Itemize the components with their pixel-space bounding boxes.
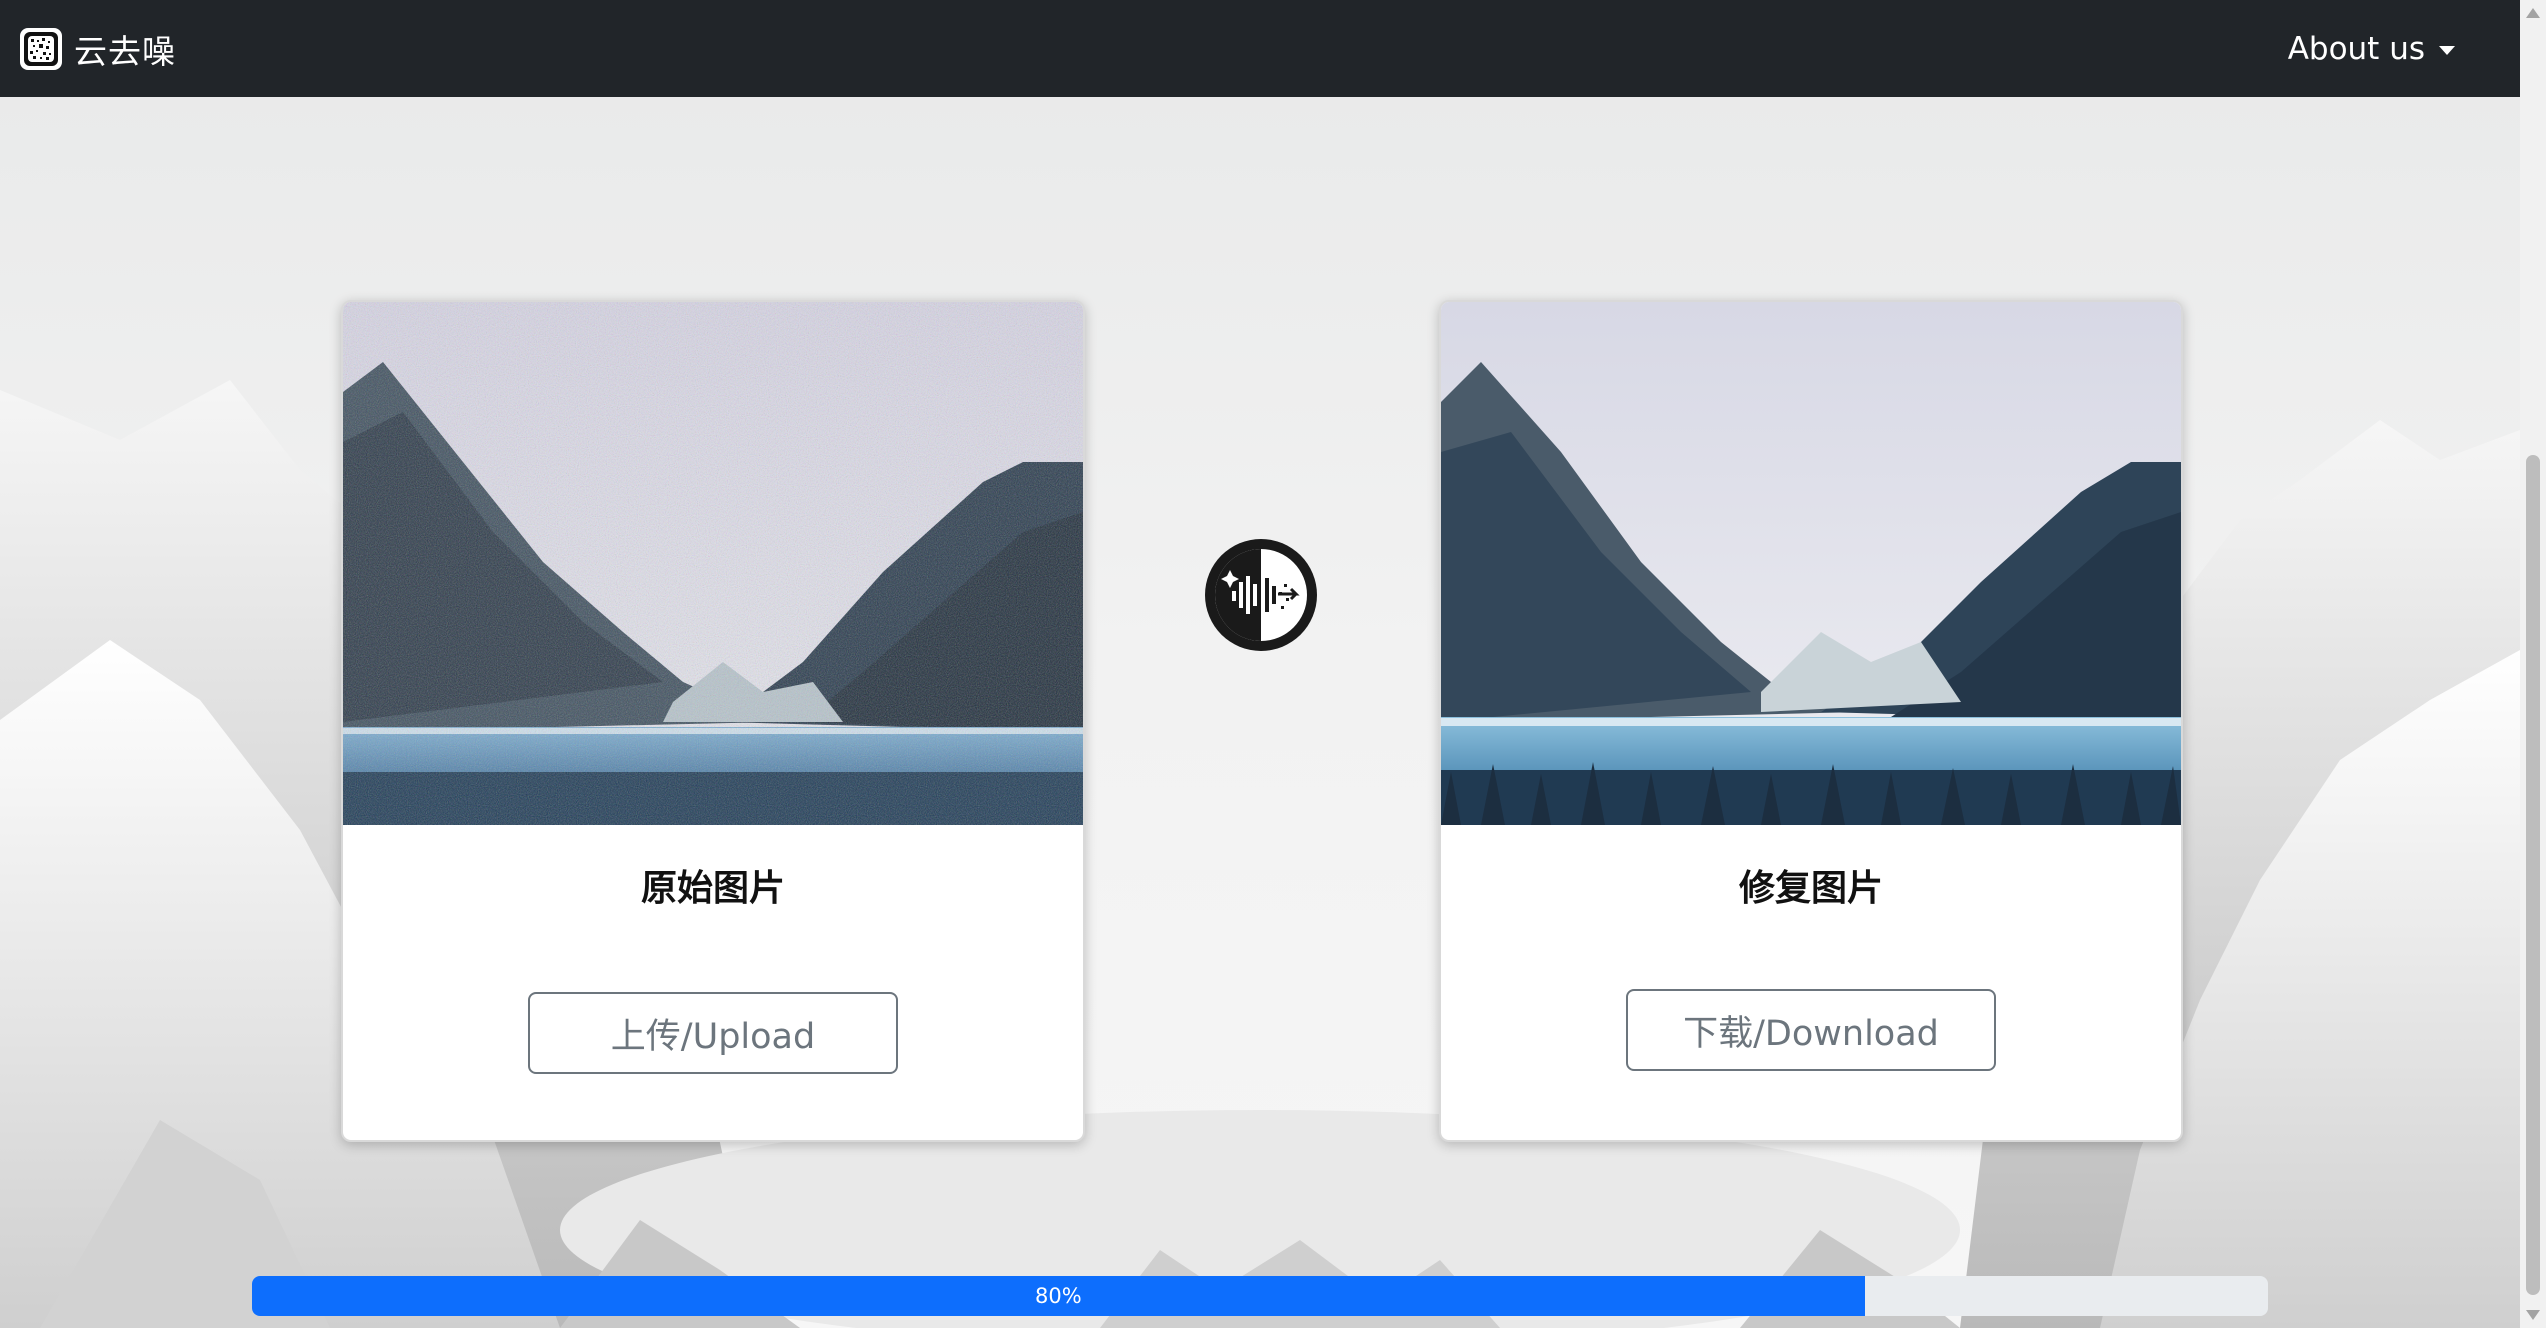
navbar: 云去噪 About us	[0, 0, 2520, 97]
upload-button[interactable]: 上传/Upload	[528, 992, 898, 1074]
page: 云去噪 About us 原始图片 上传/Upload 修复图片 下载/Down…	[0, 0, 2546, 1328]
scroll-thumb[interactable]	[2526, 455, 2540, 1295]
caret-down-icon	[2439, 45, 2455, 55]
original-image-card: 原始图片 上传/Upload	[341, 300, 1085, 1142]
noise-logo-icon	[20, 27, 62, 70]
brand-name: 云去噪	[74, 31, 176, 71]
progress-label: 80%	[1035, 1284, 1082, 1308]
about-us-dropdown[interactable]: About us	[2288, 31, 2455, 67]
progress-track: 80%	[252, 1276, 2268, 1316]
original-image-title: 原始图片	[640, 868, 785, 909]
progress-bar: 80%	[252, 1276, 1865, 1316]
download-button[interactable]: 下载/Download	[1626, 989, 1996, 1071]
restored-image-title: 修复图片	[1738, 868, 1883, 909]
restored-image-card: 修复图片 下载/Download	[1439, 300, 2183, 1142]
restored-image	[1441, 302, 2181, 825]
scroll-down-arrow-icon[interactable]	[2526, 1310, 2540, 1320]
about-us-label: About us	[2287, 30, 2425, 67]
denoise-logo-icon	[1205, 539, 1317, 651]
scrollbar[interactable]	[2520, 0, 2546, 1328]
brand[interactable]: 云去噪	[20, 25, 176, 73]
original-image	[343, 302, 1083, 825]
scroll-up-arrow-icon[interactable]	[2526, 8, 2540, 18]
